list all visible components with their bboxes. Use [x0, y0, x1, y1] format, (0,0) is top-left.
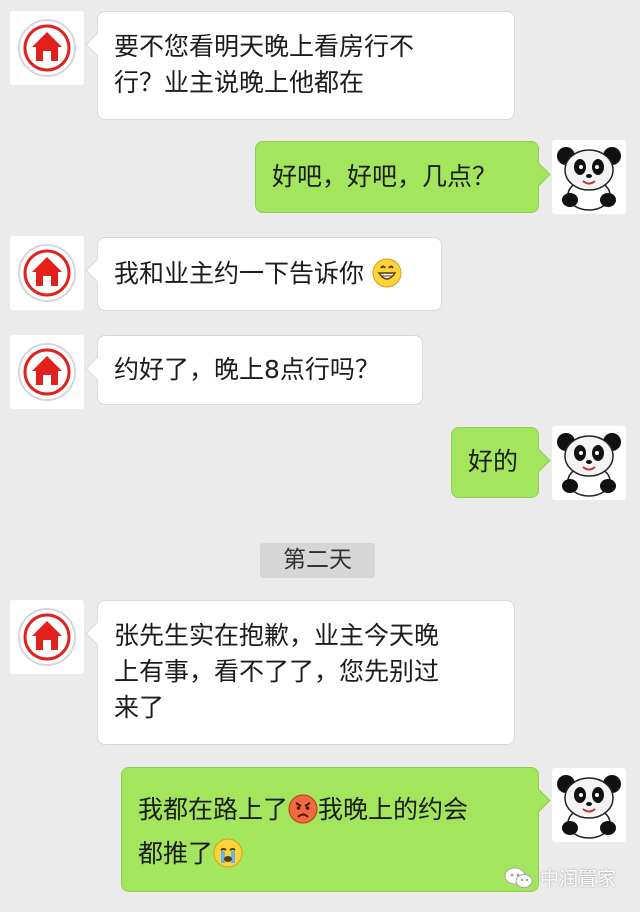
- message-text-line: 来了: [114, 693, 165, 722]
- house-icon: [18, 343, 76, 401]
- message-text-line: 我晚上的约会: [318, 795, 469, 824]
- agent-avatar[interactable]: [10, 11, 84, 85]
- message-text-line: 好的: [468, 447, 519, 476]
- message-text-line: 都推了: [138, 839, 214, 868]
- message-text-line: 行？业主说晚上他都在: [114, 68, 365, 97]
- agent-avatar[interactable]: [10, 600, 84, 674]
- user-avatar[interactable]: [552, 768, 626, 842]
- user-avatar[interactable]: [552, 140, 626, 214]
- agent-avatar[interactable]: [10, 335, 84, 409]
- message-text-line: 张先生实在抱歉，业主今天晚: [114, 621, 440, 650]
- message-text-line: 好吧，好吧，几点？: [272, 162, 498, 191]
- message-bubble[interactable]: 好吧，好吧，几点？: [255, 141, 539, 213]
- message-text-line: 要不您看明天晚上看房行不: [114, 32, 415, 61]
- agent-avatar[interactable]: [10, 236, 84, 310]
- day-divider: 第二天: [260, 543, 375, 578]
- panda-avatar-icon: [557, 775, 621, 839]
- message-bubble[interactable]: 张先生实在抱歉，业主今天晚 上有事，看不了了，您先别过 来了: [97, 600, 515, 745]
- grinning-emoji-icon: [372, 258, 402, 288]
- house-icon: [18, 608, 76, 666]
- message-bubble[interactable]: 好的: [451, 427, 539, 498]
- user-avatar[interactable]: [552, 426, 626, 500]
- panda-avatar-icon: [557, 147, 621, 211]
- message-bubble[interactable]: 要不您看明天晚上看房行不 行？业主说晚上他都在: [97, 11, 515, 120]
- house-icon: [18, 19, 76, 77]
- message-text-line: 上有事，看不了了，您先别过: [114, 657, 440, 686]
- message-text-line: 约好了，晚上8点行吗？: [114, 355, 380, 384]
- angry-emoji-icon: [288, 794, 318, 824]
- panda-avatar-icon: [557, 433, 621, 497]
- watermark-text: 中润置家: [540, 868, 617, 890]
- message-bubble[interactable]: 约好了，晚上8点行吗？: [97, 335, 423, 405]
- crying-emoji-icon: [213, 838, 243, 868]
- message-bubble[interactable]: 我都在路上了 我晚上的约会 都推了: [121, 767, 539, 892]
- house-icon: [18, 244, 76, 302]
- message-text-line: 我和业主约一下告诉你: [114, 259, 365, 288]
- message-bubble[interactable]: 我和业主约一下告诉你: [97, 237, 442, 311]
- message-text-line: 我都在路上了: [138, 795, 289, 824]
